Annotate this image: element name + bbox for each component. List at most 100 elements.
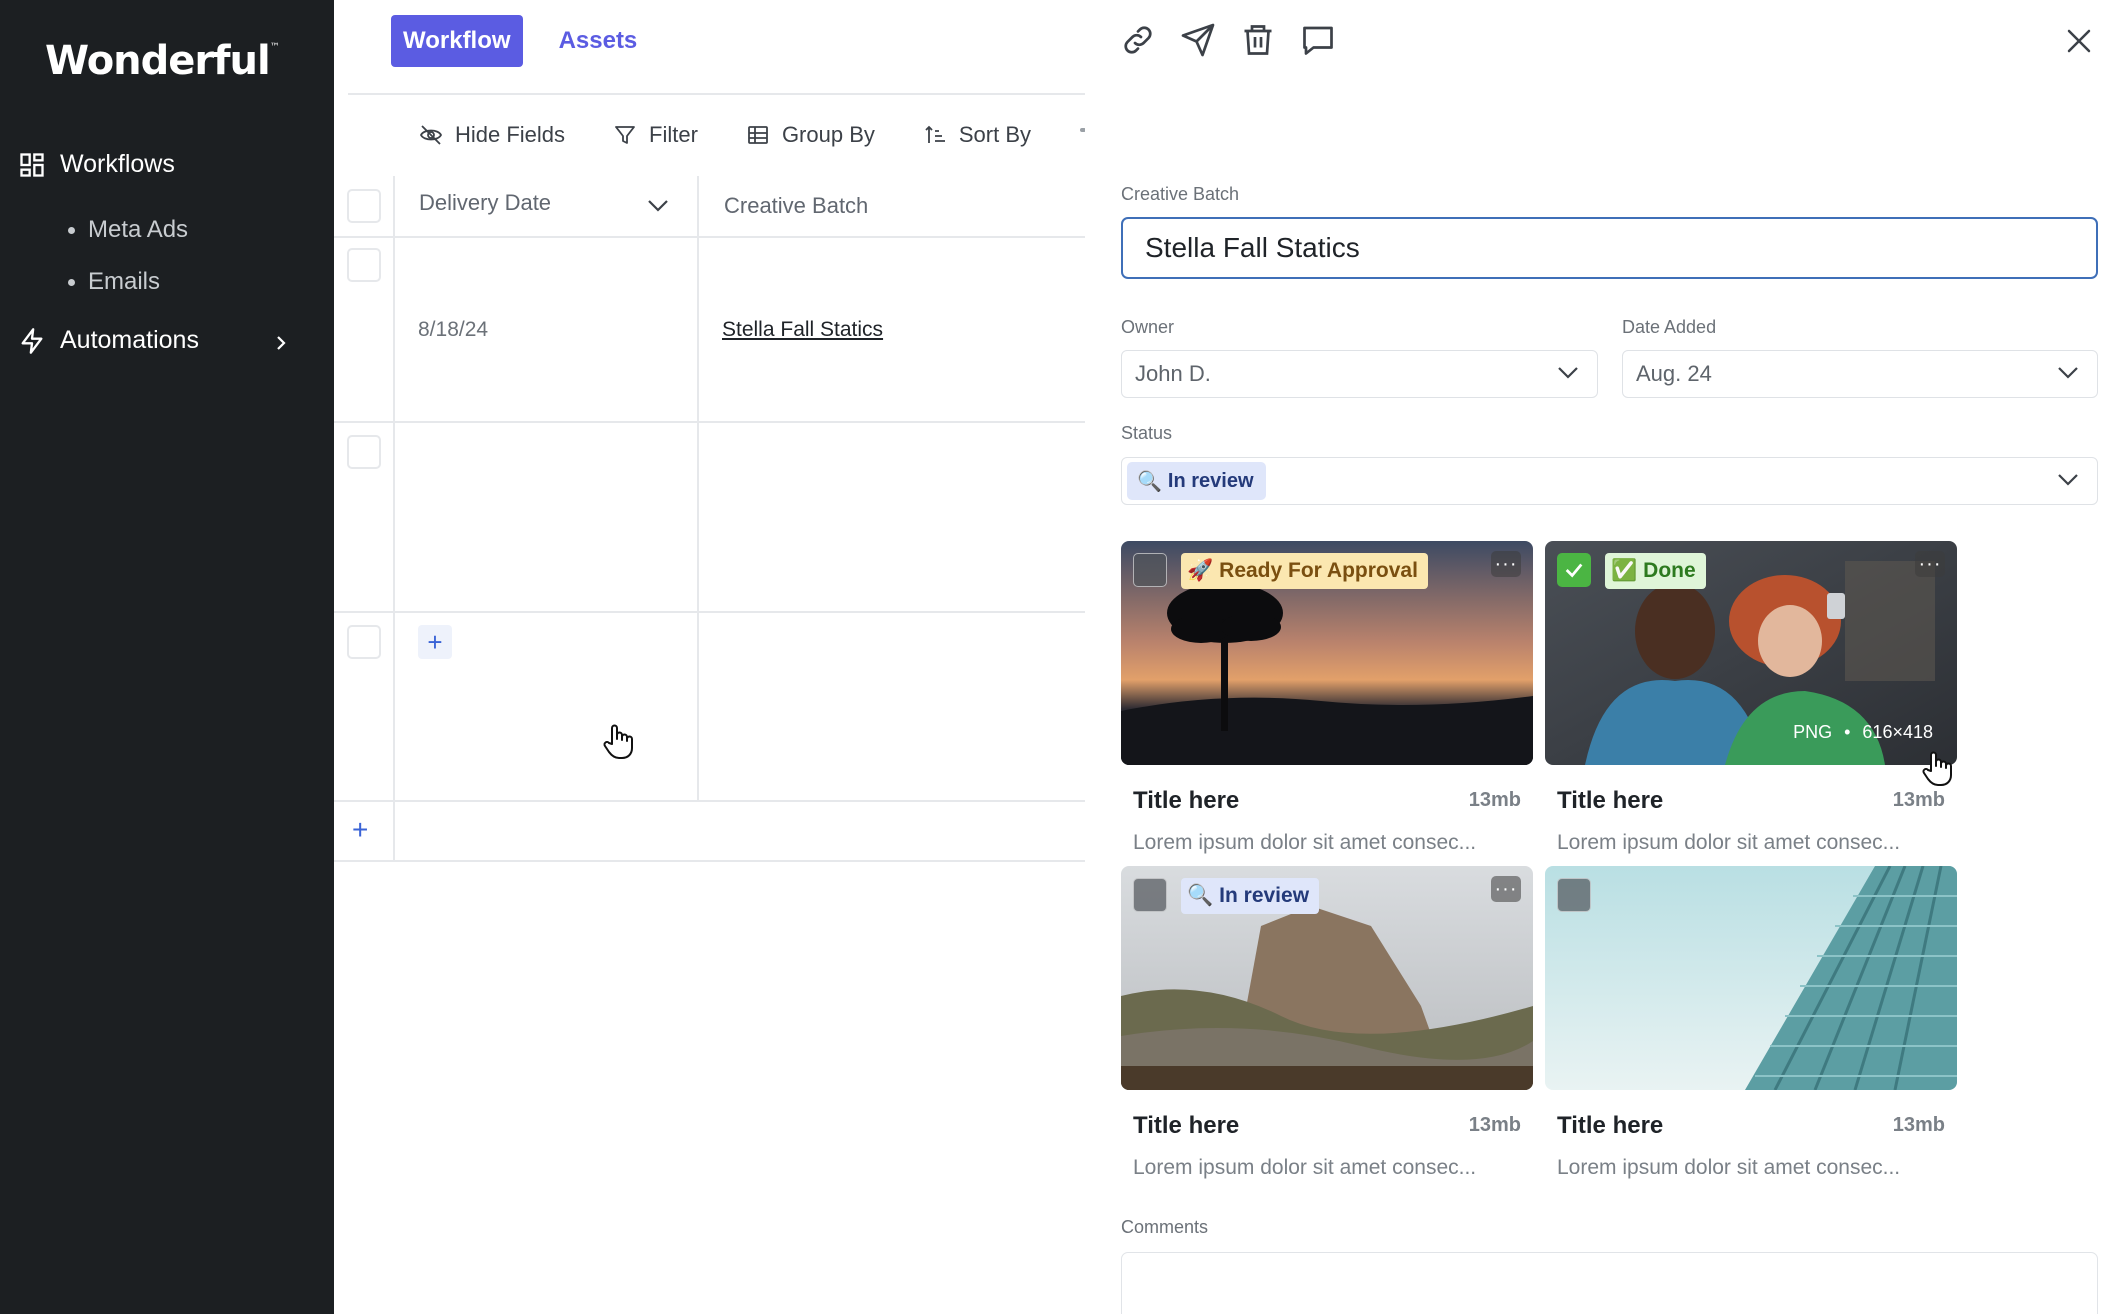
hide-fields-button[interactable]: Hide Fields: [419, 122, 565, 148]
row-checkbox[interactable]: [347, 625, 381, 659]
status-select[interactable]: 🔍 In review: [1121, 457, 2098, 505]
status-value: In review: [1167, 469, 1254, 492]
view-tabs: Workflow Assets: [391, 15, 649, 67]
asset-thumbnail[interactable]: 🚀 Ready For Approval ···: [1121, 541, 1533, 765]
more-options-icon[interactable]: ···: [1491, 876, 1521, 902]
chevron-down-icon: [2058, 367, 2078, 379]
sidebar-subitem-label: Emails: [88, 268, 161, 295]
asset-card[interactable]: 🔍 In review ··· Title here 13mb Lorem ip…: [1121, 866, 1533, 1179]
file-format: PNG: [1793, 722, 1833, 742]
add-value-button[interactable]: +: [418, 625, 452, 659]
asset-size: 13mb: [1892, 789, 1945, 811]
filter-button[interactable]: Filter: [613, 122, 698, 148]
bullet-icon: [68, 278, 75, 286]
group-by-button[interactable]: Group By: [746, 122, 875, 148]
chevron-down-icon: [1558, 367, 1578, 379]
asset-file-meta: PNG • 616×418: [1793, 722, 1933, 743]
creative-batch-link[interactable]: Stella Fall Statics: [722, 318, 883, 342]
rocket-icon: 🚀: [1187, 559, 1214, 582]
link-icon[interactable]: [1120, 22, 1156, 58]
sidebar-item-workflows[interactable]: Workflows: [18, 150, 175, 179]
status-badge: ✅ Done: [1605, 553, 1706, 589]
sidebar-subitem-meta-ads[interactable]: Meta Ads: [68, 216, 188, 244]
sidebar: Wonderful™ Workflows Meta Ads Emails Aut…: [0, 0, 334, 1314]
asset-description: Lorem ipsum dolor sit amet consec...: [1557, 1156, 1901, 1179]
row-divider: [334, 236, 1085, 238]
check-icon: [1565, 563, 1583, 578]
hide-fields-label: Hide Fields: [455, 122, 566, 147]
asset-thumbnail[interactable]: 🔍 In review ···: [1121, 866, 1533, 1090]
more-options-icon[interactable]: ···: [1491, 551, 1521, 577]
sort-by-button[interactable]: Sort By: [923, 122, 1031, 148]
comments-label: Comments: [1121, 1217, 1209, 1237]
tab-assets[interactable]: Assets: [547, 15, 650, 67]
asset-card[interactable]: 🚀 Ready For Approval ··· Title here 13mb…: [1121, 541, 1533, 854]
chevron-right-icon[interactable]: [272, 330, 290, 356]
workflow-table: Delivery Date Creative Batch 8/18/24 Ste…: [334, 176, 1085, 862]
table-icon: [748, 126, 768, 144]
row-checkbox[interactable]: [347, 435, 381, 469]
asset-title: Title here: [1557, 787, 1664, 814]
filter-label: Filter: [649, 122, 698, 147]
asset-description: Lorem ipsum dolor sit amet consec...: [1557, 831, 1901, 854]
send-icon[interactable]: [1180, 22, 1216, 58]
trash-icon[interactable]: [1240, 22, 1276, 58]
status-chip: 🔍 In review: [1127, 462, 1266, 500]
tab-workflow[interactable]: Workflow: [391, 15, 523, 67]
sort-icon: [925, 125, 945, 143]
magnifier-icon: 🔍: [1137, 470, 1162, 493]
lightning-icon: [21, 327, 43, 354]
app-logo[interactable]: Wonderful™: [45, 38, 280, 84]
comment-icon[interactable]: [1300, 22, 1336, 58]
date-added-select[interactable]: Aug. 24: [1622, 350, 2098, 398]
tabs-divider: [348, 93, 1085, 95]
more-options-icon[interactable]: ···: [1915, 551, 1945, 577]
sidebar-subitem-emails[interactable]: Emails: [68, 268, 160, 296]
comments-input[interactable]: [1121, 1252, 2098, 1314]
badge-label: Done: [1643, 559, 1696, 582]
glass-building-image: [1545, 866, 1957, 1090]
owner-select[interactable]: John D.: [1121, 350, 1598, 398]
asset-description: Lorem ipsum dolor sit amet consec...: [1133, 831, 1477, 854]
delivery-date-cell[interactable]: 8/18/24: [418, 318, 488, 342]
table-toolbar: Hide Fields Filter Group By Sort By: [419, 122, 1031, 148]
sort-by-label: Sort By: [958, 122, 1032, 147]
column-divider: [393, 176, 395, 862]
row-divider: [334, 800, 1085, 802]
asset-title: Title here: [1133, 1112, 1240, 1139]
status-label: Status: [1121, 423, 1173, 443]
column-header-delivery-date[interactable]: Delivery Date: [419, 190, 551, 216]
asset-select-checkbox[interactable]: [1557, 553, 1591, 587]
asset-select-checkbox[interactable]: [1557, 878, 1591, 912]
sidebar-item-automations[interactable]: Automations: [18, 326, 199, 355]
eye-off-icon: [419, 125, 443, 145]
creative-batch-input[interactable]: Stella Fall Statics: [1121, 217, 2098, 279]
column-header-creative-batch[interactable]: Creative Batch: [724, 193, 868, 219]
asset-card[interactable]: ✅ Done ··· PNG • 616×418 Title here 13mb…: [1545, 541, 1957, 854]
badge-label: In review: [1219, 884, 1310, 907]
add-row-button[interactable]: +: [352, 814, 368, 846]
asset-size: 13mb: [1468, 789, 1521, 811]
magnifier-icon: 🔍: [1187, 884, 1214, 907]
asset-size: 13mb: [1468, 1114, 1521, 1136]
close-icon[interactable]: [2064, 26, 2094, 56]
column-divider: [697, 176, 699, 800]
row-checkbox[interactable]: [347, 248, 381, 282]
date-added-value: Aug. 24: [1636, 361, 1712, 386]
creative-batch-label: Creative Batch: [1121, 184, 1240, 204]
hand-cursor-icon: [603, 724, 633, 759]
row-divider: [334, 421, 1085, 423]
asset-title: Title here: [1133, 787, 1240, 814]
asset-select-checkbox[interactable]: [1133, 878, 1167, 912]
select-all-checkbox[interactable]: [347, 189, 381, 223]
asset-card[interactable]: Title here 13mb Lorem ipsum dolor sit am…: [1545, 866, 1957, 1179]
meta-separator: •: [1844, 722, 1851, 742]
hand-cursor-icon: [1922, 751, 1952, 786]
file-dimensions: 616×418: [1862, 722, 1933, 742]
chevron-down-icon[interactable]: [646, 198, 670, 214]
asset-select-checkbox[interactable]: [1133, 553, 1167, 587]
asset-thumbnail[interactable]: [1545, 866, 1957, 1090]
owner-value: John D.: [1135, 361, 1211, 386]
sidebar-item-label: Automations: [60, 326, 199, 354]
asset-thumbnail[interactable]: ✅ Done ··· PNG • 616×418: [1545, 541, 1957, 765]
